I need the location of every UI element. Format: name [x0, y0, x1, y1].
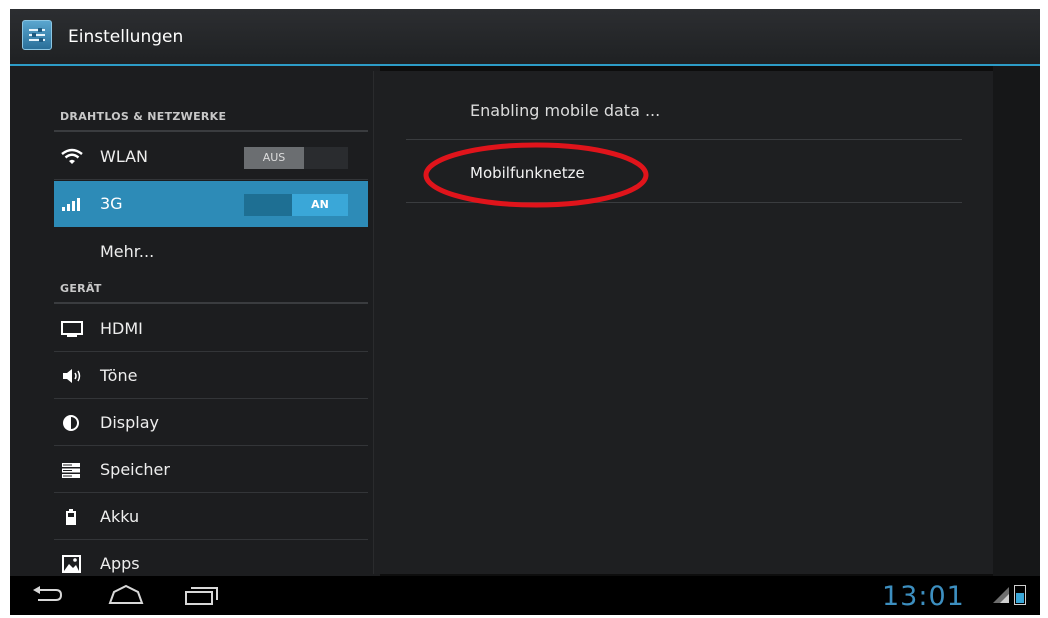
settings-sidebar: DRAHTLOS & NETZWERKE WLAN AUS 3G AN Mehr…	[10, 66, 380, 576]
battery-level	[1016, 593, 1024, 603]
sidebar-item-label: HDMI	[100, 319, 143, 338]
sidebar-item-label: Speicher	[100, 460, 170, 479]
sidebar-item-label: WLAN	[100, 147, 149, 166]
screen: Einstellungen DRAHTLOS & NETZWERKE WLAN …	[10, 9, 1040, 615]
section-divider	[54, 130, 368, 132]
clock: 13:01	[882, 581, 965, 612]
battery-status-icon	[1014, 585, 1026, 605]
toggle-track	[244, 194, 292, 216]
sidebar-item-speicher[interactable]: Speicher	[54, 447, 368, 493]
enabling-mobile-data-status: Enabling mobile data ...	[470, 101, 661, 120]
monitor-icon	[60, 319, 84, 339]
detail-divider	[406, 202, 962, 203]
storage-icon	[60, 460, 84, 480]
signal-bars-icon	[60, 194, 84, 214]
wifi-icon	[60, 147, 84, 167]
row-divider	[54, 351, 368, 352]
row-divider	[54, 492, 368, 493]
row-divider	[54, 398, 368, 399]
sidebar-item-label: 3G	[100, 194, 123, 213]
detail-panel: Enabling mobile data ... Mobilfunknetze	[373, 71, 994, 574]
sidebar-item-toene[interactable]: Töne	[54, 353, 368, 399]
sidebar-item-hdmi[interactable]: HDMI	[54, 306, 368, 352]
sidebar-item-wlan[interactable]: WLAN AUS	[54, 134, 368, 180]
toggle-on-label: AN	[292, 194, 348, 216]
sidebar-item-mehr[interactable]: Mehr...	[54, 229, 368, 275]
sidebar-item-label: Töne	[100, 366, 138, 385]
sidebar-item-display[interactable]: Display	[54, 400, 368, 446]
row-divider	[54, 539, 368, 540]
toggle-track	[304, 147, 348, 169]
section-header-device: GERÄT	[60, 282, 102, 295]
brightness-icon	[60, 413, 84, 433]
section-divider	[54, 302, 368, 304]
home-icon[interactable]	[106, 584, 146, 610]
action-bar: Einstellungen	[10, 9, 1040, 64]
mobilfunknetze-item[interactable]: Mobilfunknetze	[470, 164, 585, 182]
sidebar-item-label: Apps	[100, 554, 140, 573]
recent-apps-icon[interactable]	[182, 584, 222, 610]
sidebar-item-label: Mehr...	[100, 242, 155, 261]
section-header-wireless: DRAHTLOS & NETZWERKE	[60, 110, 227, 123]
detail-divider	[406, 139, 962, 140]
system-bar: 13:01	[10, 576, 1040, 615]
speaker-icon	[60, 366, 84, 386]
apps-image-icon	[60, 554, 84, 574]
row-divider	[54, 179, 368, 180]
app-title: Einstellungen	[68, 27, 184, 47]
wlan-toggle[interactable]: AUS	[244, 147, 348, 169]
back-icon[interactable]	[30, 584, 64, 610]
3g-toggle[interactable]: AN	[244, 194, 348, 216]
signal-strength-icon	[992, 586, 1010, 608]
sidebar-item-label: Display	[100, 413, 159, 432]
sidebar-item-3g[interactable]: 3G AN	[54, 181, 368, 227]
settings-sliders-icon[interactable]	[22, 20, 52, 50]
battery-icon	[60, 507, 84, 527]
sidebar-item-label: Akku	[100, 507, 140, 526]
toggle-off-label: AUS	[244, 147, 304, 169]
right-margin-strip	[993, 66, 1040, 576]
row-divider	[54, 445, 368, 446]
sidebar-item-akku[interactable]: Akku	[54, 494, 368, 540]
